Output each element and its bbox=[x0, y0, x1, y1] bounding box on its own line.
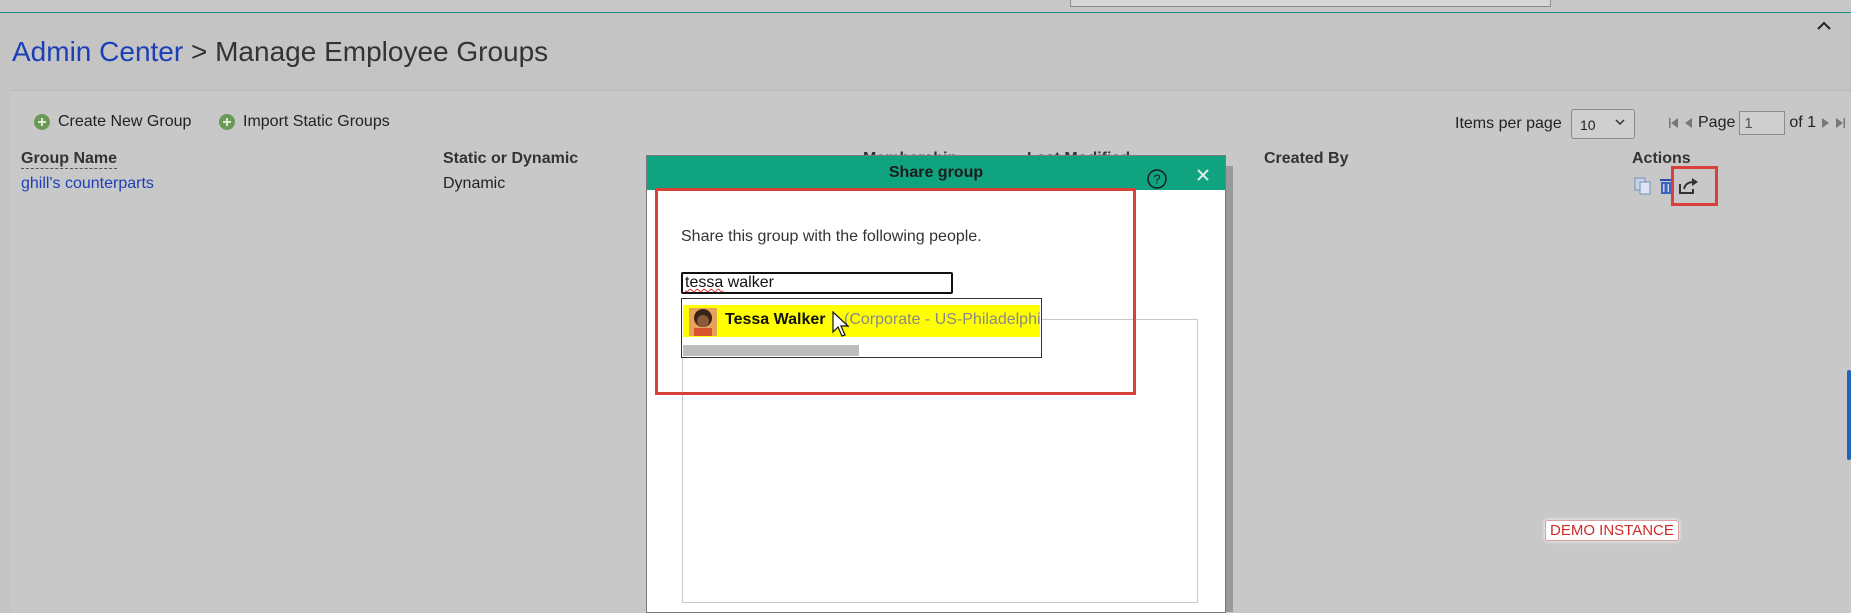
svg-text:?: ? bbox=[1153, 172, 1160, 187]
previous-page-icon[interactable] bbox=[1683, 116, 1694, 130]
column-created-by: Created By bbox=[1264, 150, 1349, 167]
chevron-down-icon bbox=[1615, 119, 1625, 126]
pagination: Page 1 of 1 bbox=[1668, 111, 1846, 135]
side-panel-tab[interactable] bbox=[1847, 370, 1851, 460]
collapse-header-button[interactable] bbox=[1814, 16, 1834, 36]
column-static-or-dynamic: Static or Dynamic bbox=[443, 150, 579, 167]
close-icon[interactable] bbox=[1194, 166, 1212, 184]
dialog-title: Share group bbox=[888, 164, 984, 181]
next-page-icon[interactable] bbox=[1820, 116, 1831, 130]
column-group-name[interactable]: Group Name bbox=[21, 150, 118, 169]
global-search-field[interactable] bbox=[1070, 0, 1551, 7]
items-per-page-value: 10 bbox=[1580, 117, 1596, 133]
help-icon[interactable]: ? bbox=[1146, 168, 1168, 190]
items-per-page-label: Items per page bbox=[1455, 115, 1562, 132]
create-group-label: Create New Group bbox=[58, 113, 192, 130]
breadcrumb-admin-center[interactable]: Admin Center bbox=[12, 36, 183, 67]
create-group-button[interactable]: Create New Group bbox=[34, 113, 191, 131]
dialog-shadow bbox=[1225, 166, 1233, 612]
items-per-page-select[interactable]: 10 bbox=[1571, 109, 1635, 139]
import-static-groups-button[interactable]: Import Static Groups bbox=[219, 113, 390, 131]
demo-instance-badge: DEMO INSTANCE bbox=[1545, 520, 1679, 541]
dialog-header: Share group ? bbox=[647, 156, 1225, 190]
top-bar bbox=[0, 0, 1851, 13]
chevron-up-icon bbox=[1817, 21, 1831, 30]
page-title: Admin Center > Manage Employee Groups bbox=[12, 32, 548, 72]
page-label: Page bbox=[1698, 114, 1736, 131]
group-type: Dynamic bbox=[443, 175, 506, 192]
breadcrumb-separator: > bbox=[183, 36, 216, 67]
add-circle-icon bbox=[34, 114, 50, 130]
last-page-icon[interactable] bbox=[1835, 116, 1846, 130]
first-page-icon[interactable] bbox=[1668, 116, 1679, 130]
import-label: Import Static Groups bbox=[243, 113, 390, 130]
add-circle-icon bbox=[219, 114, 235, 130]
dialog-highlight-box bbox=[655, 188, 1136, 395]
mouse-pointer-icon bbox=[832, 311, 850, 337]
share-action-highlight bbox=[1671, 166, 1718, 206]
copy-icon[interactable] bbox=[1633, 176, 1653, 196]
group-name-link[interactable]: ghill's counterparts bbox=[21, 175, 154, 193]
page-number-input[interactable]: 1 bbox=[1739, 111, 1786, 135]
groups-toolbar: Create New Group Import Static Groups It… bbox=[10, 91, 1851, 147]
page-total: of 1 bbox=[1789, 114, 1817, 131]
breadcrumb-current: Manage Employee Groups bbox=[215, 36, 549, 67]
